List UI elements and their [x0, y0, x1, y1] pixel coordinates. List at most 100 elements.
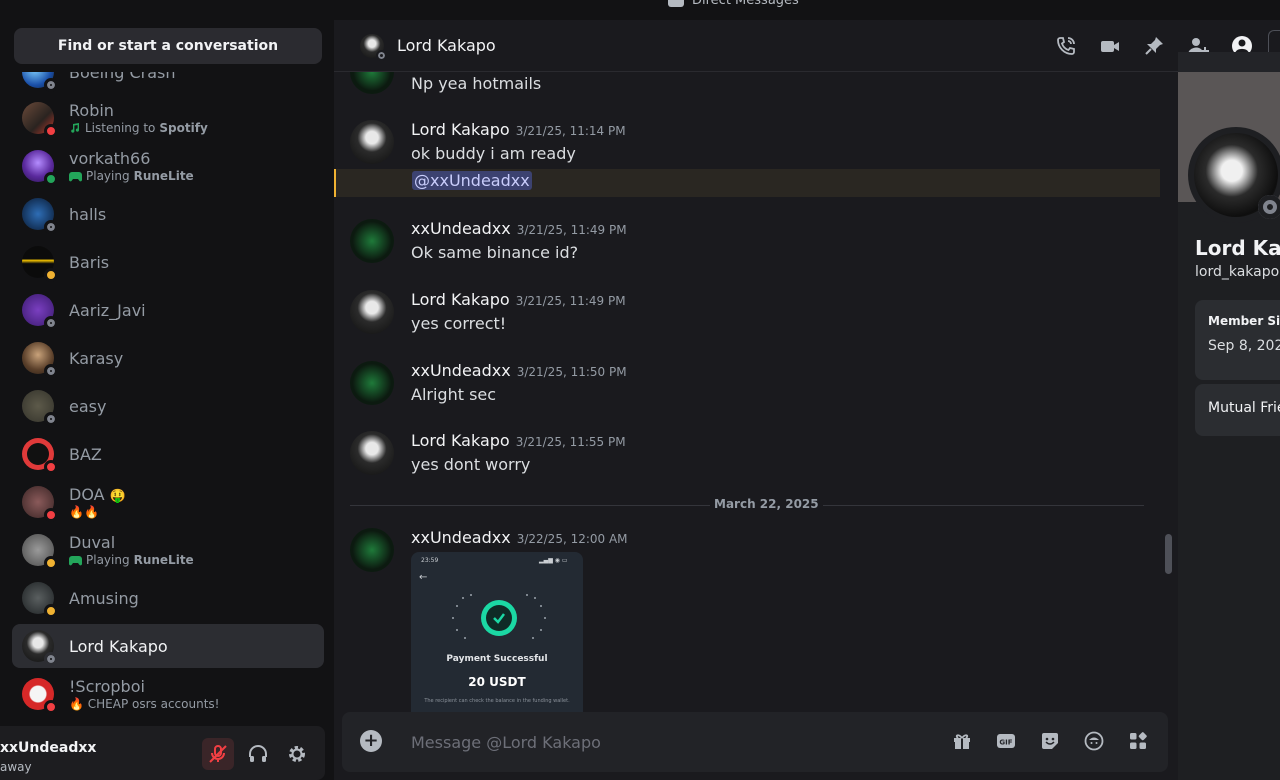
dm-item-duval[interactable]: Duval Playing RuneLite — [12, 528, 324, 572]
dm-item-vorkath66[interactable]: vorkath66 Playing RuneLite — [12, 144, 324, 188]
dm-item-amusing[interactable]: Amusing — [12, 576, 324, 620]
dm-name: halls — [69, 204, 107, 224]
dm-custom-status: 🔥🔥 — [69, 505, 99, 519]
avatar[interactable] — [350, 219, 394, 263]
mention-highlight-row: @xxUndeadxx — [334, 169, 1160, 197]
dm-item-easy[interactable]: easy — [12, 384, 324, 428]
dm-item-robin[interactable]: Robin Listening to Spotify — [12, 96, 324, 140]
member-since-label: Member Since — [1208, 314, 1280, 328]
scrollbar-thumb[interactable] — [1165, 534, 1172, 574]
image-attachment[interactable]: 23:59 ▂▄▆ ◉ ▭ ← Payment Successful 20 US… — [411, 552, 583, 712]
dm-list: Boeing Crash Robin Listening toSpotify — [0, 72, 334, 726]
dm-activity: Playing RuneLite — [69, 553, 194, 567]
gamepad-icon — [69, 555, 82, 565]
dm-item-halls[interactable]: halls — [12, 192, 324, 236]
apps-button[interactable] — [1126, 729, 1150, 753]
message-input[interactable] — [411, 730, 931, 754]
mic-muted-icon — [209, 745, 227, 763]
avatar[interactable] — [350, 528, 394, 572]
attachment-amount: 20 USDT — [468, 675, 526, 689]
dm-item-karasy[interactable]: Karasy — [12, 336, 324, 380]
pin-icon — [1145, 37, 1163, 55]
message-author[interactable]: Lord Kakapo 3/21/25, 11:49 PM — [411, 290, 626, 309]
dm-item-doa[interactable]: DOA 🤑 🔥🔥 — [12, 480, 324, 524]
mute-button[interactable] — [202, 738, 234, 770]
title-bar: Direct Messages — [0, 0, 1280, 20]
message-author[interactable]: xxUndeadxx 3/22/25, 12:00 AM — [411, 528, 628, 547]
user-settings-button[interactable] — [281, 738, 313, 770]
message-author[interactable]: Lord Kakapo 3/21/25, 11:55 PM — [411, 431, 626, 450]
status-offline-icon — [44, 652, 58, 666]
svg-text:GIF: GIF — [999, 739, 1012, 747]
avatar[interactable] — [350, 361, 394, 405]
gif-button[interactable]: GIF — [994, 729, 1018, 753]
attachment-title: Payment Successful — [446, 654, 548, 664]
message-text: Ok same binance id? — [411, 243, 579, 262]
dm-item-baris[interactable]: Baris — [12, 240, 324, 284]
emoji-button[interactable] — [1082, 729, 1106, 753]
dm-item-scropboi[interactable]: !Scropboi 🔥 CHEAP osrs accounts! — [12, 672, 324, 716]
window-title: Direct Messages — [668, 0, 799, 8]
dm-sidebar: Find or start a conversation Boeing Cras… — [0, 20, 334, 780]
status-offline-icon — [44, 220, 58, 234]
deafen-button[interactable] — [242, 738, 274, 770]
message-text: Alright sec — [411, 385, 497, 404]
current-user-status: away — [0, 760, 32, 774]
user-mention[interactable]: @xxUndeadxx — [412, 171, 532, 190]
find-conversation-button[interactable]: Find or start a conversation — [14, 28, 322, 64]
user-profile-panel: Lord Kakapo lord_kakapo Member Since Sep… — [1178, 52, 1280, 780]
video-icon — [1101, 41, 1119, 52]
date-divider: March 22, 2025 — [350, 497, 1144, 511]
gear-icon — [289, 746, 305, 762]
dm-name: Robin — [69, 101, 114, 120]
message-author[interactable]: xxUndeadxx 3/21/25, 11:49 PM — [411, 219, 627, 238]
headphones-icon — [249, 745, 267, 762]
message-text: yes dont worry — [411, 455, 531, 474]
status-idle-icon — [44, 268, 58, 282]
dm-name: Karasy — [69, 348, 124, 368]
avatar[interactable] — [350, 72, 394, 94]
dm-item-baz[interactable]: BAZ — [12, 432, 324, 476]
sticker-icon — [1042, 733, 1058, 749]
mutual-friends-card[interactable]: Mutual Friends — [1195, 384, 1280, 436]
message-timestamp: 3/21/25, 11:14 PM — [515, 124, 626, 138]
current-username: xxUndeadxx — [0, 740, 97, 756]
status-dnd-icon — [44, 124, 58, 138]
dm-item-aariz-javi[interactable]: Aariz_Javi — [12, 288, 324, 332]
message-timestamp: 3/21/25, 11:49 PM — [515, 294, 626, 308]
dm-activity: Listening to Spotify — [69, 121, 208, 135]
pinned-messages-button[interactable] — [1142, 34, 1166, 58]
gift-button[interactable] — [950, 729, 974, 753]
member-since-value: Sep 8, 2022 — [1208, 338, 1280, 354]
dm-name: Amusing — [69, 588, 139, 608]
profile-body — [1178, 202, 1280, 780]
video-call-button[interactable] — [1098, 34, 1122, 58]
dm-item-boeing-crash[interactable]: Boeing Crash — [12, 72, 324, 94]
sticker-button[interactable] — [1038, 729, 1062, 753]
attachment-note: The recipient can check the balance in t… — [424, 698, 570, 704]
gift-icon — [954, 734, 970, 749]
back-arrow-icon: ← — [419, 572, 428, 583]
upload-button[interactable]: + — [360, 730, 382, 752]
money-face-emoji: 🤑 — [109, 489, 126, 504]
avatar[interactable] — [350, 120, 394, 164]
status-offline-icon — [44, 78, 58, 92]
status-dnd-icon — [44, 508, 58, 522]
chat-area: Lord Kakapo Np yea hotmails Lord Kakapo … — [334, 20, 1280, 780]
dm-name: DOA 🤑 — [69, 485, 126, 504]
dm-sidebar-list-area: Find or start a conversation Boeing Cras… — [0, 20, 334, 726]
dm-item-lord-kakapo[interactable]: Lord Kakapo — [12, 624, 324, 668]
status-offline-icon — [376, 50, 387, 61]
message-text: Np yea hotmails — [411, 74, 542, 93]
message-text: ok buddy i am ready — [411, 144, 576, 163]
status-offline-icon — [44, 364, 58, 378]
avatar[interactable] — [350, 290, 394, 334]
voice-call-button[interactable] — [1054, 34, 1078, 58]
message-author[interactable]: xxUndeadxx 3/21/25, 11:50 PM — [411, 361, 627, 380]
chat-header: Lord Kakapo — [334, 20, 1280, 72]
message-author[interactable]: Lord Kakapo 3/21/25, 11:14 PM — [411, 120, 626, 139]
composer-toolbar: GIF — [950, 729, 1150, 753]
dm-activity: Playing RuneLite — [69, 169, 194, 183]
dm-name: Baris — [69, 252, 110, 272]
avatar[interactable] — [350, 431, 394, 475]
